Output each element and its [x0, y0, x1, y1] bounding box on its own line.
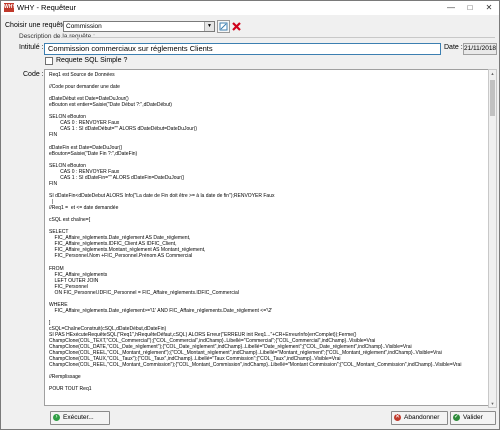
requeteur-window: WHY WHY - Requêteur — □ ✕ Choisir une re…	[0, 0, 500, 430]
sql-simple-label: Requete SQL Simple ?	[56, 57, 128, 64]
intitule-label: Intitulé :	[19, 44, 44, 51]
sql-simple-checkbox[interactable]	[45, 57, 53, 65]
scroll-thumb[interactable]	[490, 80, 495, 116]
code-lines: Req1 est Source de Données//Code pour de…	[49, 72, 479, 392]
title-bar: WHY WHY - Requêteur — □ ✕	[1, 1, 499, 15]
validate-button[interactable]: ✓ Valider	[450, 411, 496, 425]
code-editor[interactable]: Req1 est Source de Données//Code pour de…	[44, 69, 490, 406]
minimize-button[interactable]: —	[443, 2, 459, 14]
execute-icon: ›	[53, 414, 60, 421]
close-window-button[interactable]: ✕	[481, 2, 497, 14]
code-line: POUR TOUT Req1	[49, 386, 92, 393]
delete-request-button[interactable]	[230, 20, 243, 33]
choose-request-label: Choisir une requête :	[5, 22, 70, 29]
code-label: Code :	[23, 71, 44, 78]
maximize-button[interactable]: □	[462, 2, 478, 14]
date-field: 21/11/2018	[463, 43, 497, 55]
check-icon: ✓	[453, 414, 460, 421]
chevron-down-icon[interactable]: ▼	[204, 22, 214, 31]
request-combo[interactable]: Commission ▼	[63, 21, 215, 32]
code-line: ChampClone(COL_REEL,"COL_Montant_Commiss…	[49, 362, 462, 369]
validate-label: Valider	[463, 414, 483, 421]
cancel-label: Abandonner	[404, 414, 440, 421]
scroll-up-icon[interactable]: ▲	[489, 70, 496, 77]
execute-button[interactable]: › Exécuter...	[50, 411, 110, 425]
edit-icon	[219, 22, 228, 31]
cancel-button[interactable]: ✕ Abandonner	[391, 411, 448, 425]
intitule-input[interactable]: Commission commerciaux sur réglements Cl…	[44, 43, 441, 55]
execute-label: Exécuter...	[63, 414, 94, 421]
edit-request-button[interactable]	[217, 20, 230, 33]
date-label: Date :	[444, 44, 463, 51]
intitule-value: Commission commerciaux sur réglements Cl…	[48, 44, 213, 53]
cancel-icon: ✕	[394, 414, 401, 421]
request-combo-value: Commission	[66, 23, 102, 30]
section-divider	[61, 37, 495, 38]
app-logo-icon: WHY	[4, 3, 16, 12]
delete-icon	[232, 22, 241, 31]
window-title: WHY - Requêteur	[17, 3, 77, 12]
scroll-down-icon[interactable]: ▼	[489, 400, 496, 407]
code-scrollbar[interactable]: ▲ ▼	[488, 69, 497, 408]
